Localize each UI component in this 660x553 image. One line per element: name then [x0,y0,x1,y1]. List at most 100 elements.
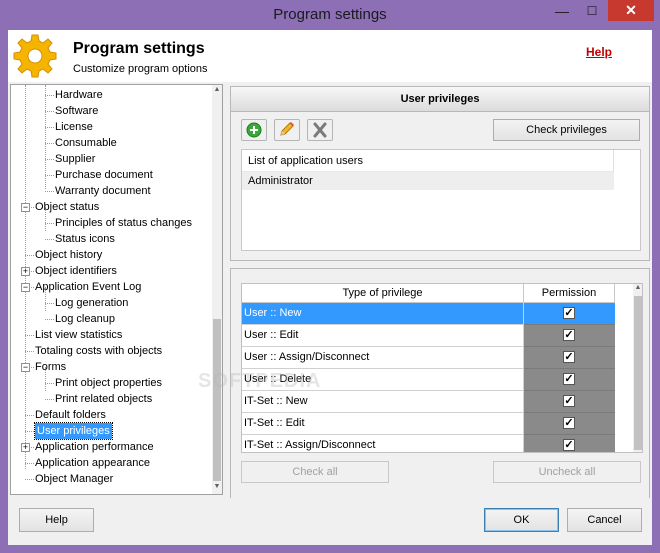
tree-line [25,431,34,432]
user-privileges-panel: User privileges Check privileges List of… [230,86,650,504]
dialog-header: Program settings Customize program optio… [8,30,652,82]
column-header-permission[interactable]: Permission [524,284,615,303]
tree-line [25,85,26,469]
tree-item[interactable]: Object Manager [35,471,113,487]
permission-cell[interactable]: ✓ [524,303,615,325]
add-user-button[interactable] [241,119,267,141]
tree-line [45,95,54,96]
collapse-icon[interactable]: − [21,363,30,372]
tree-item[interactable]: Forms [35,359,66,375]
users-list-header: List of application users [242,150,614,172]
privilege-type-cell[interactable]: IT-Set :: Assign/Disconnect [242,435,524,452]
tree-item[interactable]: Status icons [55,231,115,247]
permission-checkbox[interactable]: ✓ [563,417,575,429]
permission-cell[interactable]: ✓ [524,391,615,413]
tree-item[interactable]: Application Event Log [35,279,141,295]
privilege-type-cell[interactable]: IT-Set :: New [242,391,524,413]
column-header-type[interactable]: Type of privilege [242,284,524,303]
permission-checkbox[interactable]: ✓ [563,307,575,319]
tree-line [45,175,54,176]
dialog-client-area: Program settings Customize program optio… [8,30,652,545]
watermark: SOFTPEDIA [198,370,322,392]
tree-line [45,111,54,112]
tree-line [25,335,34,336]
help-button[interactable]: Help [19,508,94,532]
tree-item[interactable]: Object history [35,247,102,263]
plus-circle-icon [246,122,262,138]
scroll-up-icon[interactable]: ▲ [634,284,642,291]
tree-item[interactable]: Application appearance [35,455,150,471]
permission-cell[interactable]: ✓ [524,369,615,391]
tree-item[interactable]: Software [55,103,98,119]
tree-item[interactable]: List view statistics [35,327,122,343]
maximize-button[interactable]: ☐ [578,0,606,22]
permission-cell[interactable]: ✓ [524,413,615,435]
list-item[interactable]: Administrator [242,172,614,190]
tree-item[interactable]: Application performance [35,439,154,455]
check-all-button[interactable]: Check all [241,461,389,483]
tree-line [45,383,54,384]
tree-item[interactable]: Purchase document [55,167,153,183]
tree-scrollbar[interactable]: ▲ ▼ [212,85,222,494]
permission-cell[interactable]: ✓ [524,325,615,347]
tree-item[interactable]: Principles of status changes [55,215,192,231]
tree-line [45,239,54,240]
permission-checkbox[interactable]: ✓ [563,395,575,407]
privileges-scroll-thumb[interactable] [634,296,642,450]
permission-checkbox[interactable]: ✓ [563,439,575,451]
title-bar[interactable]: Program settings — ☐ ✕ [0,0,660,30]
cancel-button[interactable]: Cancel [567,508,642,532]
privilege-type-cell[interactable]: User :: Edit [242,325,524,347]
permission-cell[interactable]: ✓ [524,435,615,452]
expand-icon[interactable]: + [21,443,30,452]
tree-item[interactable]: License [55,119,93,135]
privilege-type-cell[interactable]: IT-Set :: Edit [242,413,524,435]
tree-line [45,223,54,224]
close-button[interactable]: ✕ [608,0,654,21]
tree-item[interactable]: Print object properties [55,375,162,391]
delete-user-button[interactable] [307,119,333,141]
tree-item[interactable]: Print related objects [55,391,152,407]
uncheck-all-button[interactable]: Uncheck all [493,461,641,483]
tree-item[interactable]: Default folders [35,407,106,423]
tree-item[interactable]: Object identifiers [35,263,117,279]
tree-item[interactable]: Supplier [55,151,95,167]
permission-checkbox[interactable]: ✓ [563,351,575,363]
scroll-up-icon[interactable]: ▲ [213,86,221,93]
privilege-type-cell[interactable]: User :: Assign/Disconnect [242,347,524,369]
tree-item[interactable]: Hardware [55,87,103,103]
ok-button[interactable]: OK [484,508,559,532]
collapse-icon[interactable]: − [21,203,30,212]
help-link[interactable]: Help [586,45,612,59]
tree-item[interactable]: Log generation [55,295,128,311]
permission-cell[interactable]: ✓ [524,347,615,369]
privilege-type-cell[interactable]: User :: New [242,303,524,325]
pencil-icon [280,122,294,136]
scroll-down-icon[interactable]: ▼ [213,483,221,490]
tree-scroll-thumb[interactable] [213,319,221,481]
tree-item[interactable]: User privileges [34,422,113,440]
dialog-footer: Help OK Cancel [8,498,652,545]
panel-title: User privileges [230,86,650,112]
page-title: Program settings [73,40,205,57]
expand-icon[interactable]: + [21,267,30,276]
users-list[interactable]: List of application users Administrator [241,149,641,251]
tree-item[interactable]: Log cleanup [55,311,115,327]
tree-line [45,85,46,189]
tree-line [45,319,54,320]
permission-checkbox[interactable]: ✓ [563,373,575,385]
check-privileges-button[interactable]: Check privileges [493,119,640,141]
privileges-scrollbar[interactable]: ▲ [633,284,642,452]
privileges-table[interactable]: Type of privilege Permission User :: New… [241,283,643,453]
tree-item[interactable]: Warranty document [55,183,151,199]
tree-item[interactable]: Consumable [55,135,117,151]
collapse-icon[interactable]: − [21,283,30,292]
settings-tree[interactable]: Hardware Software License Consumable Supplie… [10,84,223,495]
minimize-button[interactable]: — [548,0,576,22]
tree-line [25,415,34,416]
tree-line [45,399,54,400]
edit-user-button[interactable] [274,119,300,141]
tree-item[interactable]: Object status [35,199,99,215]
permission-checkbox[interactable]: ✓ [563,329,575,341]
tree-item[interactable]: Totaling costs with objects [35,343,162,359]
